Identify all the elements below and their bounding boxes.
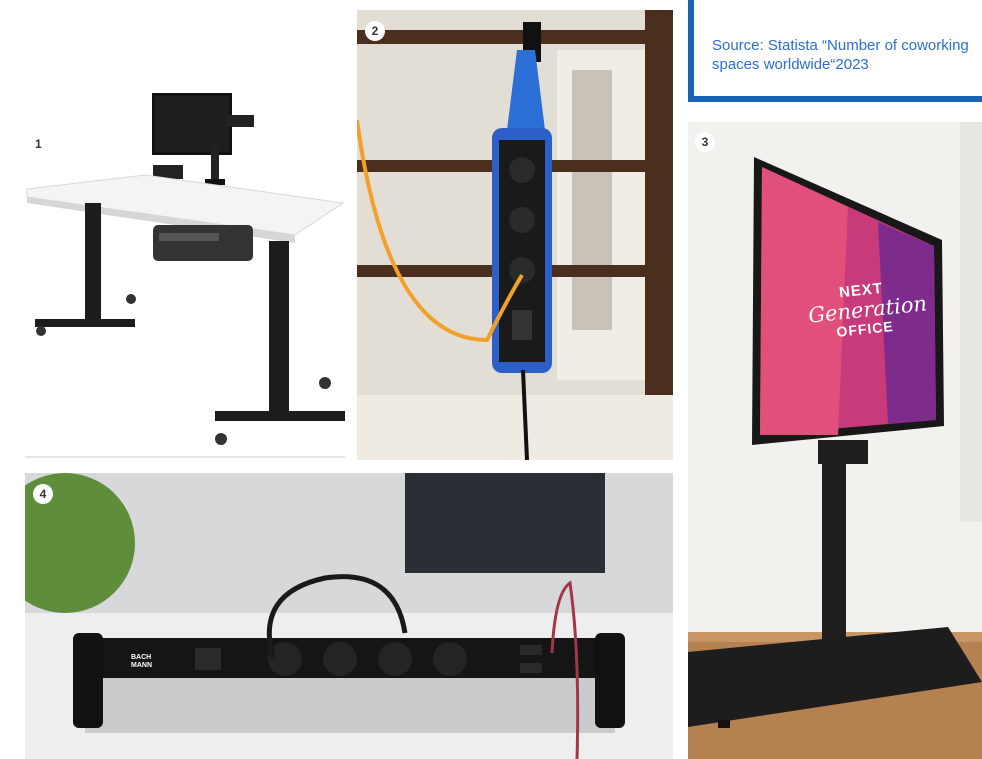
- photo-number-4: 4: [33, 484, 53, 504]
- photo-number-3: 3: [695, 132, 715, 152]
- strip-brand-logo: BACH MANN: [131, 654, 152, 670]
- photo-display-stand: NEXT Generation OFFICE 3: [688, 122, 982, 759]
- strip-brand-line2: MANN: [131, 662, 152, 669]
- source-box: Source: Statista “Number of coworking sp…: [688, 0, 982, 102]
- power-strip-illustration: [357, 10, 673, 460]
- desktop-power-strip-illustration: [25, 473, 673, 759]
- display-stand-illustration: [688, 122, 982, 759]
- photo-desktop-power-strip: BACH MANN 4: [25, 473, 673, 759]
- strip-brand-line1: BACH: [131, 654, 152, 661]
- desk-illustration: [25, 93, 345, 458]
- screen-logo: NEXT Generation OFFICE: [805, 276, 928, 342]
- photo-hanging-power-strip: 2: [357, 10, 673, 460]
- photo-number-1: 1: [35, 137, 42, 151]
- photo-number-2: 2: [365, 21, 385, 41]
- photo-desk: 1: [25, 85, 345, 460]
- source-text: Source: Statista “Number of coworking sp…: [712, 37, 969, 73]
